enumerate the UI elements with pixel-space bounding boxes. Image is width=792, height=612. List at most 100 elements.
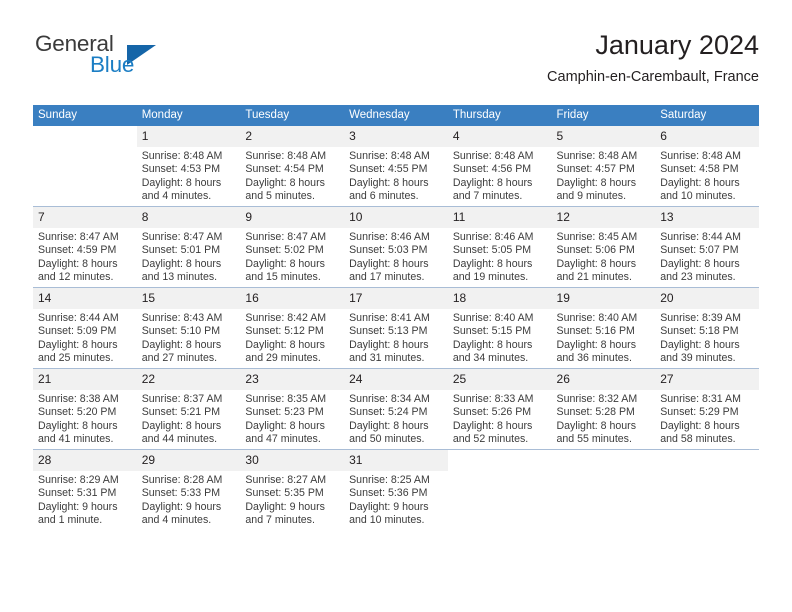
day-details: Sunrise: 8:43 AM Sunset: 5:10 PM Daylight:… bbox=[137, 309, 241, 366]
day-details: Sunrise: 8:33 AM Sunset: 5:26 PM Daylight:… bbox=[448, 390, 552, 447]
calendar-day-cell[interactable]: 2 Sunrise: 8:48 AM Sunset: 4:54 PM Daylight… bbox=[240, 126, 345, 207]
sunrise-text: Sunrise: 8:39 AM bbox=[660, 312, 741, 324]
calendar-day-cell[interactable]: 28 Sunrise: 8:29 AM Sunset: 5:31 PM Dayligh… bbox=[33, 449, 137, 530]
daylight-text: Daylight: 8 hours bbox=[141, 419, 222, 432]
day-number: 28 bbox=[33, 450, 137, 471]
calendar-day-cell[interactable]: 29 Sunrise: 8:28 AM Sunset: 5:33 PM Dayligh… bbox=[136, 449, 241, 530]
daylight-text: Daylight: 8 hours bbox=[245, 176, 325, 189]
daylight-text: Daylight: 8 hours bbox=[245, 419, 325, 432]
day-details: Sunrise: 8:38 AM Sunset: 5:20 PM Daylight:… bbox=[33, 390, 137, 447]
calendar-day-cell[interactable]: 16 Sunrise: 8:42 AM Sunset: 5:12 PM Dayligh… bbox=[240, 287, 345, 369]
sunrise-text: Sunrise: 8:37 AM bbox=[141, 393, 223, 405]
calendar-day-cell[interactable]: 30 Sunrise: 8:27 AM Sunset: 5:35 PM Dayligh… bbox=[240, 449, 345, 530]
sunset-text: Sunset: 4:55 PM bbox=[349, 163, 428, 176]
day-details: Sunrise: 8:48 AM Sunset: 4:58 PM Daylight:… bbox=[655, 147, 759, 204]
calendar-day-cell[interactable]: 10 Sunrise: 8:46 AM Sunset: 5:03 PM Dayligh… bbox=[344, 206, 448, 288]
sunrise-text: Sunrise: 8:46 AM bbox=[452, 231, 534, 243]
sunrise-text: Sunrise: 8:48 AM bbox=[556, 150, 638, 162]
daylight-text: and 4 minutes. bbox=[141, 514, 212, 527]
calendar-cell-empty bbox=[33, 126, 137, 207]
sunset-text: Sunset: 5:03 PM bbox=[349, 244, 428, 257]
day-details: Sunrise: 8:40 AM Sunset: 5:15 PM Daylight:… bbox=[448, 309, 552, 366]
day-number: 11 bbox=[447, 207, 552, 228]
daylight-text: and 27 minutes. bbox=[141, 352, 218, 365]
calendar-day-cell[interactable]: 17 Sunrise: 8:41 AM Sunset: 5:13 PM Dayligh… bbox=[344, 287, 448, 369]
calendar-day-cell[interactable]: 3 Sunrise: 8:48 AM Sunset: 4:55 PM Daylight… bbox=[344, 126, 448, 207]
daylight-text: Daylight: 9 hours bbox=[141, 500, 222, 513]
calendar-day-cell[interactable]: 6 Sunrise: 8:48 AM Sunset: 4:58 PM Daylight… bbox=[655, 126, 759, 207]
calendar-day-cell[interactable]: 11 Sunrise: 8:46 AM Sunset: 5:05 PM Dayligh… bbox=[447, 206, 552, 288]
sunset-text: Sunset: 5:23 PM bbox=[245, 406, 324, 419]
calendar-day-cell[interactable]: 27 Sunrise: 8:31 AM Sunset: 5:29 PM Dayligh… bbox=[655, 368, 759, 450]
calendar-day-cell[interactable]: 13 Sunrise: 8:44 AM Sunset: 5:07 PM Dayligh… bbox=[655, 206, 759, 288]
calendar-day-cell[interactable]: 12 Sunrise: 8:45 AM Sunset: 5:06 PM Dayligh… bbox=[551, 206, 656, 288]
day-details: Sunrise: 8:46 AM Sunset: 5:05 PM Daylight:… bbox=[448, 228, 552, 285]
sunrise-text: Sunrise: 8:42 AM bbox=[245, 312, 327, 324]
day-number: 23 bbox=[240, 369, 345, 390]
calendar-day-cell[interactable]: 5 Sunrise: 8:48 AM Sunset: 4:57 PM Daylight… bbox=[551, 126, 656, 207]
calendar-day-cell[interactable]: 1 Sunrise: 8:48 AM Sunset: 4:53 PM Daylight… bbox=[136, 126, 241, 207]
calendar-day-cell[interactable]: 20 Sunrise: 8:39 AM Sunset: 5:18 PM Dayligh… bbox=[655, 287, 759, 369]
day-details: Sunrise: 8:45 AM Sunset: 5:06 PM Daylight:… bbox=[552, 228, 656, 285]
day-details: Sunrise: 8:44 AM Sunset: 5:09 PM Daylight:… bbox=[33, 309, 137, 366]
calendar-day-cell[interactable]: 22 Sunrise: 8:37 AM Sunset: 5:21 PM Dayligh… bbox=[136, 368, 241, 450]
daylight-text: Daylight: 8 hours bbox=[38, 419, 118, 432]
sunset-text: Sunset: 4:59 PM bbox=[38, 244, 117, 257]
sunset-text: Sunset: 5:02 PM bbox=[245, 244, 324, 257]
sunrise-text: Sunrise: 8:25 AM bbox=[349, 474, 430, 486]
day-details: Sunrise: 8:35 AM Sunset: 5:23 PM Daylight:… bbox=[240, 390, 344, 447]
day-number bbox=[655, 450, 759, 471]
sunset-text: Sunset: 5:21 PM bbox=[141, 406, 221, 419]
title-block: January 2024 Camphin-en-Carembault, Fran… bbox=[547, 28, 759, 86]
page-title: January 2024 bbox=[595, 30, 759, 60]
calendar-week-row: 21 Sunrise: 8:38 AM Sunset: 5:20 PM Dayligh… bbox=[33, 368, 759, 450]
day-number: 19 bbox=[551, 288, 656, 309]
daylight-text: and 15 minutes. bbox=[245, 271, 321, 284]
sunset-text: Sunset: 5:31 PM bbox=[38, 487, 117, 500]
calendar-day-cell[interactable]: 8 Sunrise: 8:47 AM Sunset: 5:01 PM Daylight… bbox=[136, 206, 241, 288]
calendar-day-cell[interactable]: 4 Sunrise: 8:48 AM Sunset: 4:56 PM Daylight… bbox=[447, 126, 552, 207]
day-number: 21 bbox=[33, 369, 137, 390]
sunrise-text: Sunrise: 8:47 AM bbox=[141, 231, 223, 243]
sunrise-text: Sunrise: 8:45 AM bbox=[556, 231, 638, 243]
calendar-day-cell[interactable]: 14 Sunrise: 8:44 AM Sunset: 5:09 PM Dayligh… bbox=[33, 287, 137, 369]
calendar-day-cell[interactable]: 18 Sunrise: 8:40 AM Sunset: 5:15 PM Dayligh… bbox=[447, 287, 552, 369]
day-number: 2 bbox=[240, 126, 345, 147]
weekday-header-thursday: Thursday bbox=[447, 105, 552, 126]
sunset-text: Sunset: 5:06 PM bbox=[556, 244, 635, 257]
calendar-day-cell[interactable]: 26 Sunrise: 8:32 AM Sunset: 5:28 PM Dayligh… bbox=[551, 368, 656, 450]
calendar-day-cell[interactable]: 19 Sunrise: 8:40 AM Sunset: 5:16 PM Dayligh… bbox=[551, 287, 656, 369]
daylight-text: Daylight: 8 hours bbox=[38, 338, 118, 351]
daylight-text: and 4 minutes. bbox=[141, 190, 212, 203]
calendar-week-row: 28 Sunrise: 8:29 AM Sunset: 5:31 PM Dayligh… bbox=[33, 449, 759, 530]
daylight-text: Daylight: 8 hours bbox=[556, 176, 637, 189]
day-number: 24 bbox=[344, 369, 448, 390]
day-number: 13 bbox=[655, 207, 759, 228]
day-number: 12 bbox=[551, 207, 656, 228]
calendar-day-cell[interactable]: 21 Sunrise: 8:38 AM Sunset: 5:20 PM Dayligh… bbox=[33, 368, 137, 450]
day-number: 1 bbox=[136, 126, 241, 147]
general-blue-logo[interactable]: General Blue bbox=[33, 31, 233, 87]
day-number: 27 bbox=[655, 369, 759, 390]
sunrise-text: Sunrise: 8:47 AM bbox=[38, 231, 119, 243]
day-details: Sunrise: 8:44 AM Sunset: 5:07 PM Daylight:… bbox=[655, 228, 759, 285]
calendar-day-cell[interactable]: 31 Sunrise: 8:25 AM Sunset: 5:36 PM Dayligh… bbox=[344, 449, 448, 530]
calendar-cell-empty bbox=[447, 449, 552, 530]
daylight-text: and 19 minutes. bbox=[452, 271, 529, 284]
sunrise-text: Sunrise: 8:48 AM bbox=[452, 150, 534, 162]
calendar-day-cell[interactable]: 23 Sunrise: 8:35 AM Sunset: 5:23 PM Dayligh… bbox=[240, 368, 345, 450]
sunrise-text: Sunrise: 8:44 AM bbox=[38, 312, 119, 324]
calendar-day-cell[interactable]: 24 Sunrise: 8:34 AM Sunset: 5:24 PM Dayligh… bbox=[344, 368, 448, 450]
calendar-day-cell[interactable]: 25 Sunrise: 8:33 AM Sunset: 5:26 PM Dayligh… bbox=[447, 368, 552, 450]
calendar-day-cell[interactable]: 15 Sunrise: 8:43 AM Sunset: 5:10 PM Dayligh… bbox=[136, 287, 241, 369]
calendar-day-cell[interactable]: 9 Sunrise: 8:47 AM Sunset: 5:02 PM Daylight… bbox=[240, 206, 345, 288]
weekday-header-tuesday: Tuesday bbox=[240, 105, 345, 126]
day-number: 14 bbox=[33, 288, 137, 309]
daylight-text: and 1 minute. bbox=[38, 514, 103, 527]
calendar-day-cell[interactable]: 7 Sunrise: 8:47 AM Sunset: 4:59 PM Daylight… bbox=[33, 206, 137, 288]
sunrise-text: Sunrise: 8:32 AM bbox=[556, 393, 638, 405]
daylight-text: Daylight: 8 hours bbox=[452, 257, 533, 270]
daylight-text: and 7 minutes. bbox=[452, 190, 523, 203]
day-details: Sunrise: 8:40 AM Sunset: 5:16 PM Daylight:… bbox=[552, 309, 656, 366]
daylight-text: Daylight: 8 hours bbox=[452, 419, 533, 432]
